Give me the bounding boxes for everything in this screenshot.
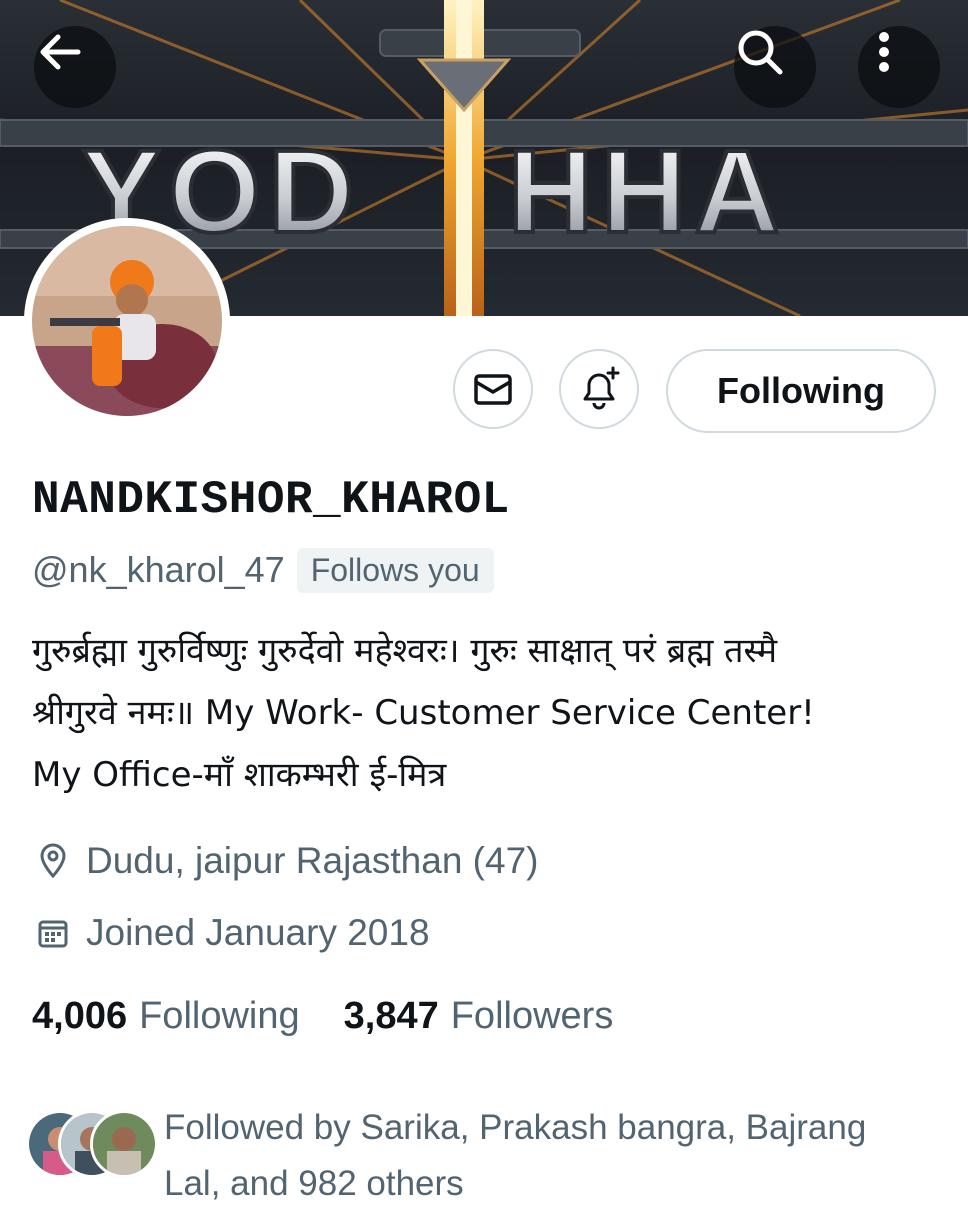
followed-by-line: Lal, and 982 others [164,1164,464,1203]
profile-avatar[interactable] [24,218,230,424]
followers-count: 3,847 [343,995,439,1037]
location-pin-icon [34,842,72,880]
follow-stats: 4,006 Following 3,847 Followers [32,995,613,1038]
following-button[interactable]: Following [666,349,936,433]
follows-you-badge: Follows you [296,547,494,593]
avatar-photo [32,226,222,416]
joined-row: Joined January 2018 [34,912,430,954]
location-text: Dudu, jaipur Rajasthan (47) [86,840,539,881]
follower-avatar [90,1110,158,1178]
followed-by-text[interactable]: Followed by Sarika, Prakash bangra, Bajr… [164,1100,944,1212]
back-button[interactable] [34,26,116,108]
more-button[interactable] [858,26,940,108]
bio-line: My Office-माँ शाकम्भरी ई-मित्र [32,755,447,795]
joined-text: Joined January 2018 [86,912,430,953]
location-row: Dudu, jaipur Rajasthan (47) [34,840,538,882]
display-name: NANDKISHOR_KHAROL [32,474,510,526]
user-handle: @nk_kharol_47 [32,549,285,590]
more-vertical-icon [879,32,889,72]
bell-plus-icon [583,366,620,410]
following-label: Following [139,995,300,1037]
followed-by-line: Followed by Sarika, Prakash bangra, Bajr… [164,1108,867,1147]
followers-label: Followers [450,995,614,1037]
message-button[interactable] [453,349,533,429]
handle-row: @nk_kharol_47 Follows you [32,545,494,595]
notifications-button[interactable] [559,349,639,429]
bio-line: श्रीगुरवे नमः॥ My Work- Customer Service… [32,693,815,733]
following-stat[interactable]: 4,006 Following [32,995,300,1038]
bio-line: गुरुर्ब्रह्मा गुरुर्विष्णुः गुरुर्देवो म… [32,631,778,671]
mail-icon [474,374,512,405]
calendar-icon [34,914,72,952]
svg-text:HHA: HHA [508,126,788,258]
search-button[interactable] [734,26,816,108]
following-count: 4,006 [32,995,128,1037]
profile-bio: गुरुर्ब्रह्मा गुरुर्विष्णुः गुरुर्देवो म… [32,620,932,806]
search-icon [738,30,783,75]
arrow-left-icon [40,34,81,70]
followers-stat[interactable]: 3,847 Followers [344,995,614,1038]
